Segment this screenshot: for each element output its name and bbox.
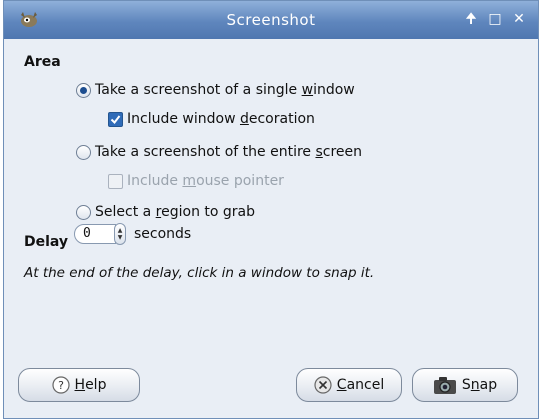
window-controls: 🠉 □ ✕ (464, 11, 526, 27)
single-window-label: Take a screenshot of a single window (95, 82, 355, 98)
gimp-icon (18, 9, 40, 29)
delay-spinner[interactable]: 0 ▲ ▼ seconds (74, 223, 191, 245)
window-title: Screenshot (226, 11, 316, 29)
mouse-pointer-option: Include mouse pointer (108, 173, 284, 189)
region-option[interactable]: Select a region to grab (76, 204, 255, 220)
snap-label: Snap (461, 377, 498, 393)
entire-screen-option[interactable]: Take a screenshot of the entire screen (76, 144, 362, 160)
area-heading: Area (24, 54, 61, 70)
delay-note: At the end of the delay, click in a wind… (24, 265, 375, 281)
region-label: Select a region to grab (95, 204, 256, 220)
include-decoration-label: Include window decoration (127, 111, 315, 127)
single-window-radio[interactable] (76, 82, 91, 98)
mouse-pointer-checkbox (108, 173, 123, 189)
cancel-label: Cancel (336, 377, 385, 393)
camera-icon (433, 375, 457, 395)
help-icon: ? (51, 376, 70, 394)
snap-button[interactable]: Snap (412, 368, 518, 402)
single-window-option[interactable]: Take a screenshot of a single window (76, 82, 355, 98)
mouse-pointer-label: Include mouse pointer (127, 173, 284, 189)
help-button[interactable]: ? Help (18, 368, 140, 402)
cancel-icon (314, 376, 332, 394)
include-decoration-checkbox[interactable] (108, 111, 123, 127)
entire-screen-radio[interactable] (76, 144, 91, 160)
region-radio[interactable] (76, 204, 91, 220)
entire-screen-label: Take a screenshot of the entire screen (95, 144, 363, 160)
delay-heading: Delay (24, 234, 69, 250)
svg-text:?: ? (58, 379, 64, 392)
close-icon[interactable]: ✕ (512, 11, 526, 27)
spinner-arrows-icon[interactable]: ▲ ▼ (114, 223, 126, 245)
title-bar[interactable]: Screenshot 🠉 □ ✕ (4, 1, 538, 39)
up-arrow-icon[interactable]: 🠉 (464, 11, 478, 27)
dialog-content: Area Take a screenshot of a single windo… (4, 39, 538, 418)
screenshot-dialog: Screenshot 🠉 □ ✕ Area Take a screenshot … (3, 0, 539, 419)
checkmark-icon (110, 114, 121, 124)
cancel-button[interactable]: Cancel (296, 368, 402, 402)
help-label: Help (74, 377, 107, 393)
delay-unit-label: seconds (134, 226, 192, 242)
maximize-icon[interactable]: □ (488, 11, 502, 27)
delay-input[interactable]: 0 (74, 224, 116, 244)
include-decoration-option[interactable]: Include window decoration (108, 111, 315, 127)
